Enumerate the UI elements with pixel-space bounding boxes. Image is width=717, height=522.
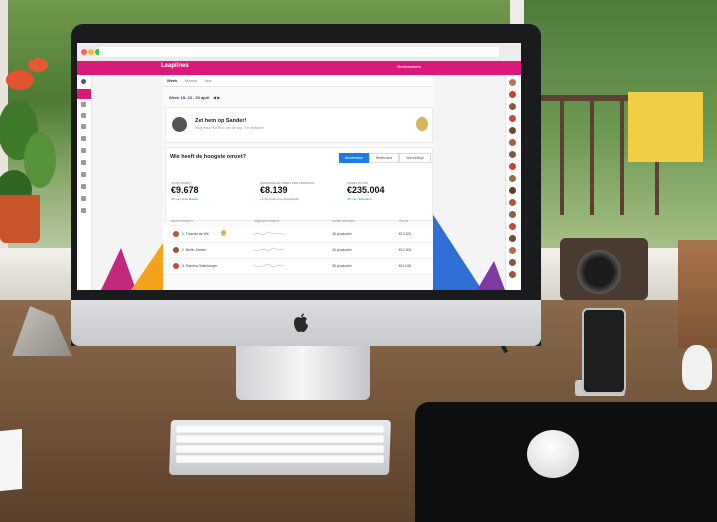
stat-foot: 4% van jouw Maand (171, 197, 199, 201)
stat-foot: 4% van Nederland (347, 197, 372, 201)
sales-count: 40 producten (332, 248, 352, 252)
table-header: Aantal verkopen (332, 219, 356, 223)
railing-post (560, 100, 564, 215)
camera-lens (577, 250, 621, 294)
colleague-avatar[interactable] (509, 91, 516, 98)
nav-icon[interactable] (81, 160, 86, 165)
scope-wereldwijd[interactable]: Wereldwijd (399, 153, 431, 163)
address-bar[interactable] (99, 47, 499, 57)
close-icon[interactable] (81, 49, 87, 55)
period-selector[interactable]: Week 15: 23 - 30 april (169, 95, 209, 100)
apple-logo-icon (294, 313, 308, 332)
colleague-avatar[interactable] (509, 247, 516, 254)
nav-icon[interactable] (81, 113, 86, 118)
nav-icon[interactable] (81, 136, 86, 141)
seller-avatar (173, 263, 179, 269)
nav-icon[interactable] (81, 124, 86, 129)
motivation-banner (165, 107, 433, 143)
header-user-menu[interactable]: Medewerkers (397, 64, 421, 69)
colleague-avatar[interactable] (509, 235, 516, 242)
colleague-avatar[interactable] (509, 223, 516, 230)
keyboard-keys (176, 425, 384, 464)
colleague-avatar[interactable] (509, 163, 516, 170)
nav-icon[interactable] (81, 184, 86, 189)
railing-post (590, 100, 594, 215)
railing-post (620, 100, 624, 215)
table-header: Afgelopen maand (254, 219, 279, 223)
user-avatar (172, 117, 187, 132)
medal-icon (221, 230, 226, 236)
seller-avatar (173, 231, 179, 237)
iphone (582, 308, 626, 394)
colleague-avatar[interactable] (509, 151, 516, 158)
stat-foot: +4.3% boven het gemiddelde (260, 197, 299, 201)
monitor-stand (236, 342, 370, 400)
nav-item-selected[interactable] (77, 89, 91, 99)
colleague-avatar[interactable] (509, 271, 516, 278)
nav-icon[interactable] (81, 196, 86, 201)
seller-avatar (173, 247, 179, 253)
paper-stack (0, 428, 22, 492)
polar-bear-figurine (682, 345, 712, 390)
period-arrows-icon[interactable]: ◀ ▶ (213, 95, 220, 100)
sparkline (253, 247, 285, 252)
nav-icon[interactable] (81, 172, 86, 177)
colleague-avatar[interactable] (509, 175, 516, 182)
scope-amsterdam[interactable]: Amsterdam (339, 153, 369, 163)
table-header: Naam verkoper (171, 219, 193, 223)
colleague-avatar[interactable] (509, 103, 516, 110)
yellow-tablecloth (628, 92, 703, 162)
sales-count: 35 producten (332, 264, 352, 268)
user-avatar-icon[interactable] (81, 79, 86, 84)
decorative-triangles-left (101, 243, 163, 290)
scope-nederland[interactable]: Nederland (369, 153, 399, 163)
revenue-value: €11.046 (399, 264, 412, 268)
tab-week[interactable]: Week (167, 78, 177, 83)
colleague-avatar[interactable] (509, 115, 516, 122)
nav-icon[interactable] (81, 148, 86, 153)
medal-icon (416, 117, 428, 131)
flower-pot (0, 195, 40, 243)
colleague-avatar[interactable] (509, 199, 516, 206)
colleague-avatar[interactable] (509, 211, 516, 218)
minimize-icon[interactable] (88, 49, 94, 55)
app-brand[interactable]: Leaplines (161, 63, 189, 69)
decorative-triangles-right (432, 213, 505, 290)
table-header: Omzet (399, 219, 409, 223)
revenue-value: €13.200 (399, 232, 412, 236)
colleague-avatar[interactable] (509, 79, 516, 86)
banner-subtitle: Nog maar €2.000 om de top 3 te behalen (195, 126, 265, 130)
sales-count: 45 producten (332, 232, 352, 236)
seller-name: 2. Berlin Jansen (182, 248, 207, 252)
tab-year[interactable]: Jaar (204, 78, 212, 83)
revenue-value: €12.004 (399, 248, 412, 252)
nav-icon[interactable] (81, 102, 86, 107)
stat-value: €9.678 (171, 185, 199, 195)
colleague-avatar[interactable] (509, 187, 516, 194)
colleague-avatar[interactable] (509, 139, 516, 146)
stat-value: €8.139 (260, 185, 288, 195)
app-screen: Leaplines Medewerkers Week Maand Jaar We… (77, 43, 521, 290)
app-header (77, 61, 521, 75)
nav-icon[interactable] (81, 208, 86, 213)
magic-mouse (527, 430, 579, 478)
wooden-speaker (678, 240, 717, 348)
tab-month[interactable]: Maand (185, 78, 197, 83)
stat-value: €235.004 (347, 185, 385, 195)
revenue-question: Wie heeft de hoogste omzet? (170, 154, 247, 160)
sparkline (253, 263, 285, 268)
left-nav (77, 75, 92, 290)
colleague-avatar[interactable] (509, 127, 516, 134)
colleague-avatar[interactable] (509, 259, 516, 266)
banner-title: Zet hem op Sander! (195, 118, 247, 124)
seller-name: 3. Sabrina Oldenburger (182, 264, 218, 268)
sparkline (253, 231, 285, 236)
seller-name: 1. Thomas de Wit (182, 232, 209, 236)
